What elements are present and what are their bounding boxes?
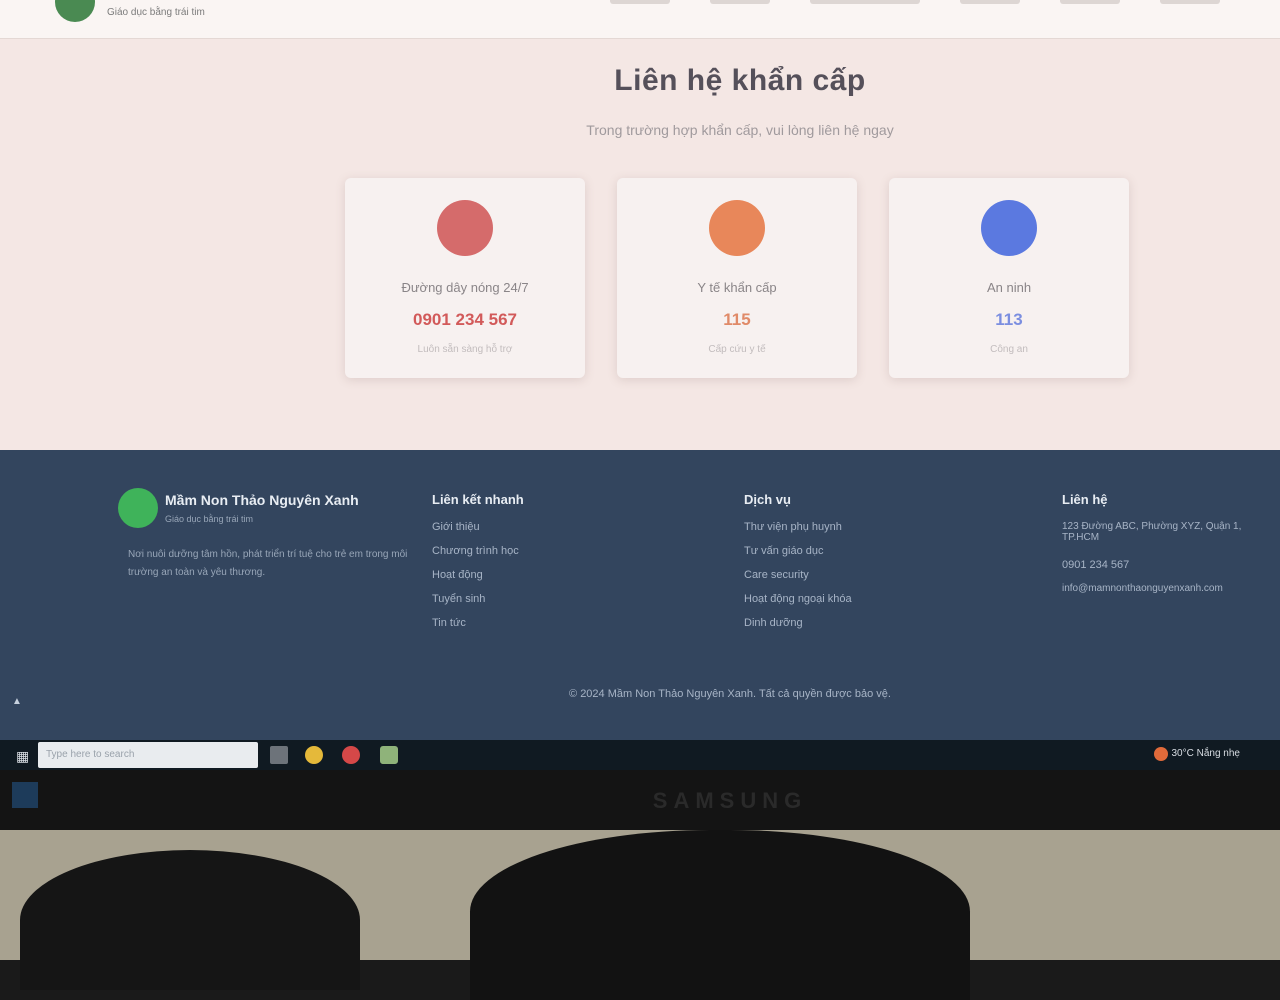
- hotline-number-link[interactable]: 0901 234 567: [345, 310, 585, 330]
- card-note: Công an: [990, 344, 1028, 355]
- os-taskbar: ▦ Type here to search 30°C Nắng nhẹ: [0, 740, 1280, 770]
- nav-item-home[interactable]: [610, 0, 670, 4]
- footer-col-heading: Liên kết nhanh: [432, 492, 524, 507]
- nav-item-contact[interactable]: [1160, 0, 1220, 4]
- task-view-icon[interactable]: [270, 746, 288, 764]
- speaker: [20, 850, 360, 990]
- footer-link[interactable]: Tư vấn giáo dục: [744, 545, 852, 569]
- page-title: Liên hệ khẩn cấp: [614, 64, 866, 97]
- footer-col-links: Liên kết nhanh Giới thiệu Chương trình h…: [432, 492, 524, 641]
- footer-address: 123 Đường ABC, Phường XYZ, Quận 1, TP.HC…: [1062, 521, 1242, 543]
- footer-link[interactable]: Dinh dưỡng: [744, 617, 852, 641]
- nav-item-programs[interactable]: [810, 0, 920, 4]
- card-title: Y tế khẩn cấp: [697, 280, 777, 295]
- monitor-stand: [470, 830, 970, 1000]
- footer-link[interactable]: Hoạt động ngoại khóa: [744, 593, 852, 617]
- footer-col-heading: Liên hệ: [1062, 492, 1108, 507]
- medical-icon: [709, 200, 765, 256]
- site-header: Giáo dục bằng trái tim: [0, 0, 1280, 39]
- card-note: Cấp cứu y tế: [708, 344, 766, 355]
- taskbar-search-input[interactable]: Type here to search: [38, 742, 258, 768]
- site-logo[interactable]: [55, 0, 95, 22]
- monitor-screen: Giáo dục bằng trái tim Liên hệ khẩn cấp …: [0, 0, 1280, 790]
- footer-link[interactable]: Tin tức: [432, 617, 524, 641]
- card-title: Đường dây nóng 24/7: [401, 280, 529, 295]
- medical-number-link[interactable]: 115: [617, 310, 857, 330]
- hotline-card: Đường dây nóng 24/7 0901 234 567 Luôn sẵ…: [345, 178, 585, 378]
- footer-description: Nơi nuôi dưỡng tâm hồn, phát triển trí t…: [128, 549, 408, 578]
- card-note: Luôn sẵn sàng hỗ trợ: [417, 344, 513, 355]
- windows-start-icon[interactable]: ▦: [16, 748, 29, 765]
- phone-icon: [437, 200, 493, 256]
- emergency-cards: Đường dây nóng 24/7 0901 234 567 Luôn sẵ…: [345, 178, 1129, 378]
- footer-link[interactable]: Hoạt động: [432, 569, 524, 593]
- footer-phone[interactable]: 0901 234 567: [1062, 559, 1272, 583]
- footer-logo: [118, 488, 158, 528]
- weather-icon: [1154, 747, 1168, 761]
- taskbar-weather[interactable]: 30°C Nắng nhẹ: [1172, 748, 1241, 759]
- footer-brand: Mầm Non Thảo Nguyên Xanh: [165, 492, 359, 508]
- footer-col-heading: Dịch vụ: [744, 492, 791, 507]
- site-footer: Mầm Non Thảo Nguyên Xanh Giáo dục bằng t…: [0, 450, 1280, 740]
- footer-link[interactable]: Chương trình học: [432, 545, 524, 569]
- footer-email[interactable]: info@mamnonthaonguyenxanh.com: [1062, 583, 1272, 607]
- footer-link[interactable]: Tuyển sinh: [432, 593, 524, 617]
- chrome-icon[interactable]: [305, 746, 323, 764]
- footer-link[interactable]: Giới thiệu: [432, 521, 524, 545]
- footer-col-services: Dịch vụ Thư viện phụ huynh Tư vấn giáo d…: [744, 492, 852, 641]
- page-subtitle: Trong trường hợp khẩn cấp, vui lòng liên…: [586, 122, 894, 138]
- site-tagline: Giáo dục bằng trái tim: [107, 7, 205, 18]
- shield-icon: [981, 200, 1037, 256]
- nav-item-admissions[interactable]: [1060, 0, 1120, 4]
- security-card: An ninh 113 Công an: [889, 178, 1129, 378]
- main-nav: [610, 0, 1220, 4]
- monitor-brand-logo: SAMSUNG: [652, 788, 808, 813]
- nav-item-about[interactable]: [710, 0, 770, 4]
- footer-col-contact: Liên hệ 123 Đường ABC, Phường XYZ, Quận …: [1062, 492, 1272, 607]
- medical-card: Y tế khẩn cấp 115 Cấp cứu y tế: [617, 178, 857, 378]
- security-number-link[interactable]: 113: [889, 310, 1129, 330]
- footer-link[interactable]: Thư viện phụ huynh: [744, 521, 852, 545]
- windows-sticker-icon: [12, 782, 38, 808]
- footer-link[interactable]: Care security: [744, 569, 852, 593]
- footer-copyright: © 2024 Mầm Non Thảo Nguyên Xanh. Tất cả …: [569, 688, 891, 700]
- browser-icon[interactable]: [342, 746, 360, 764]
- app-icon[interactable]: [380, 746, 398, 764]
- card-title: An ninh: [986, 280, 1032, 295]
- footer-brand-sub: Giáo dục bằng trái tim: [165, 514, 254, 524]
- nav-item-activities[interactable]: [960, 0, 1020, 4]
